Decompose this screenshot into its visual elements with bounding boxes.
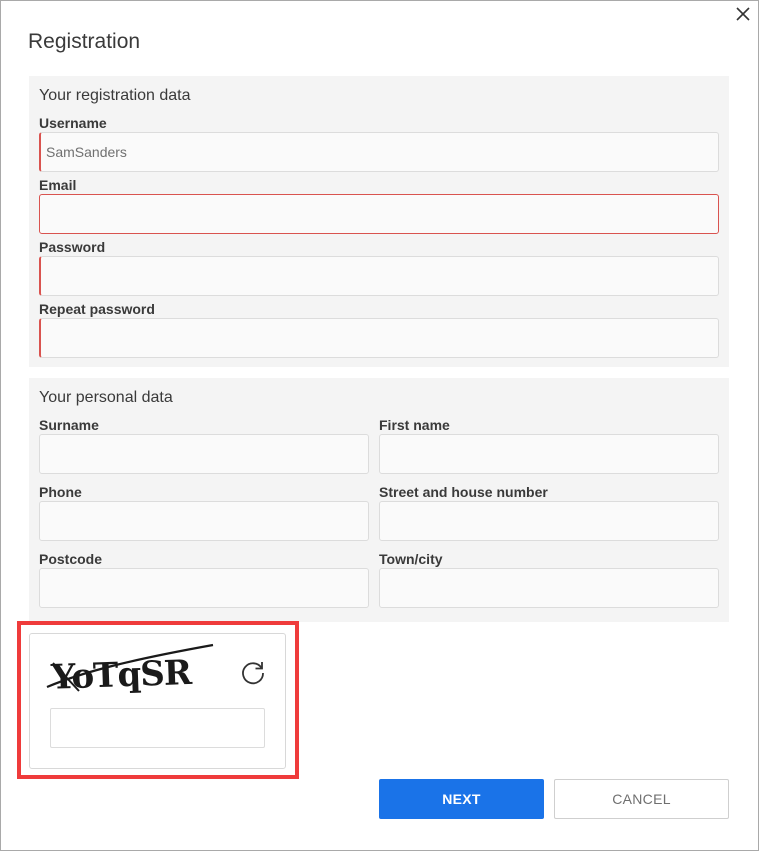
dialog-title: Registration [28, 30, 141, 53]
repeat-password-field[interactable] [39, 318, 719, 358]
postcode-label: Postcode [39, 551, 103, 567]
phone-label: Phone [39, 484, 82, 500]
username-label: Username [39, 115, 107, 131]
cancel-button[interactable]: CANCEL [554, 779, 729, 819]
postcode-field[interactable] [39, 568, 369, 608]
password-field[interactable] [39, 256, 719, 296]
personal-data-section: Your personal data Surname First name Ph… [29, 378, 729, 622]
town-label: Town/city [379, 551, 443, 567]
town-field[interactable] [379, 568, 719, 608]
username-field[interactable] [39, 132, 719, 172]
street-field[interactable] [379, 501, 719, 541]
refresh-icon[interactable] [239, 658, 267, 686]
email-field[interactable] [39, 194, 719, 234]
registration-data-section: Your registration data Username Email Pa… [29, 76, 729, 367]
section-title-personal: Your personal data [39, 389, 173, 406]
captcha-image: YoTqSR [46, 643, 214, 698]
email-label: Email [39, 177, 77, 193]
captcha-answer-field[interactable] [50, 708, 265, 748]
password-label: Password [39, 239, 106, 255]
next-button[interactable]: NEXT [379, 779, 544, 819]
phone-field[interactable] [39, 501, 369, 541]
captcha-text: YoTqSR [49, 653, 193, 698]
section-title-registration: Your registration data [39, 87, 191, 104]
surname-field[interactable] [39, 434, 369, 474]
surname-label: Surname [39, 417, 99, 433]
close-icon[interactable] [734, 5, 752, 23]
street-label: Street and house number [379, 484, 548, 500]
repeat-password-label: Repeat password [39, 301, 155, 317]
first-name-label: First name [379, 417, 450, 433]
registration-dialog: Registration Your registration data User… [0, 0, 759, 851]
first-name-field[interactable] [379, 434, 719, 474]
